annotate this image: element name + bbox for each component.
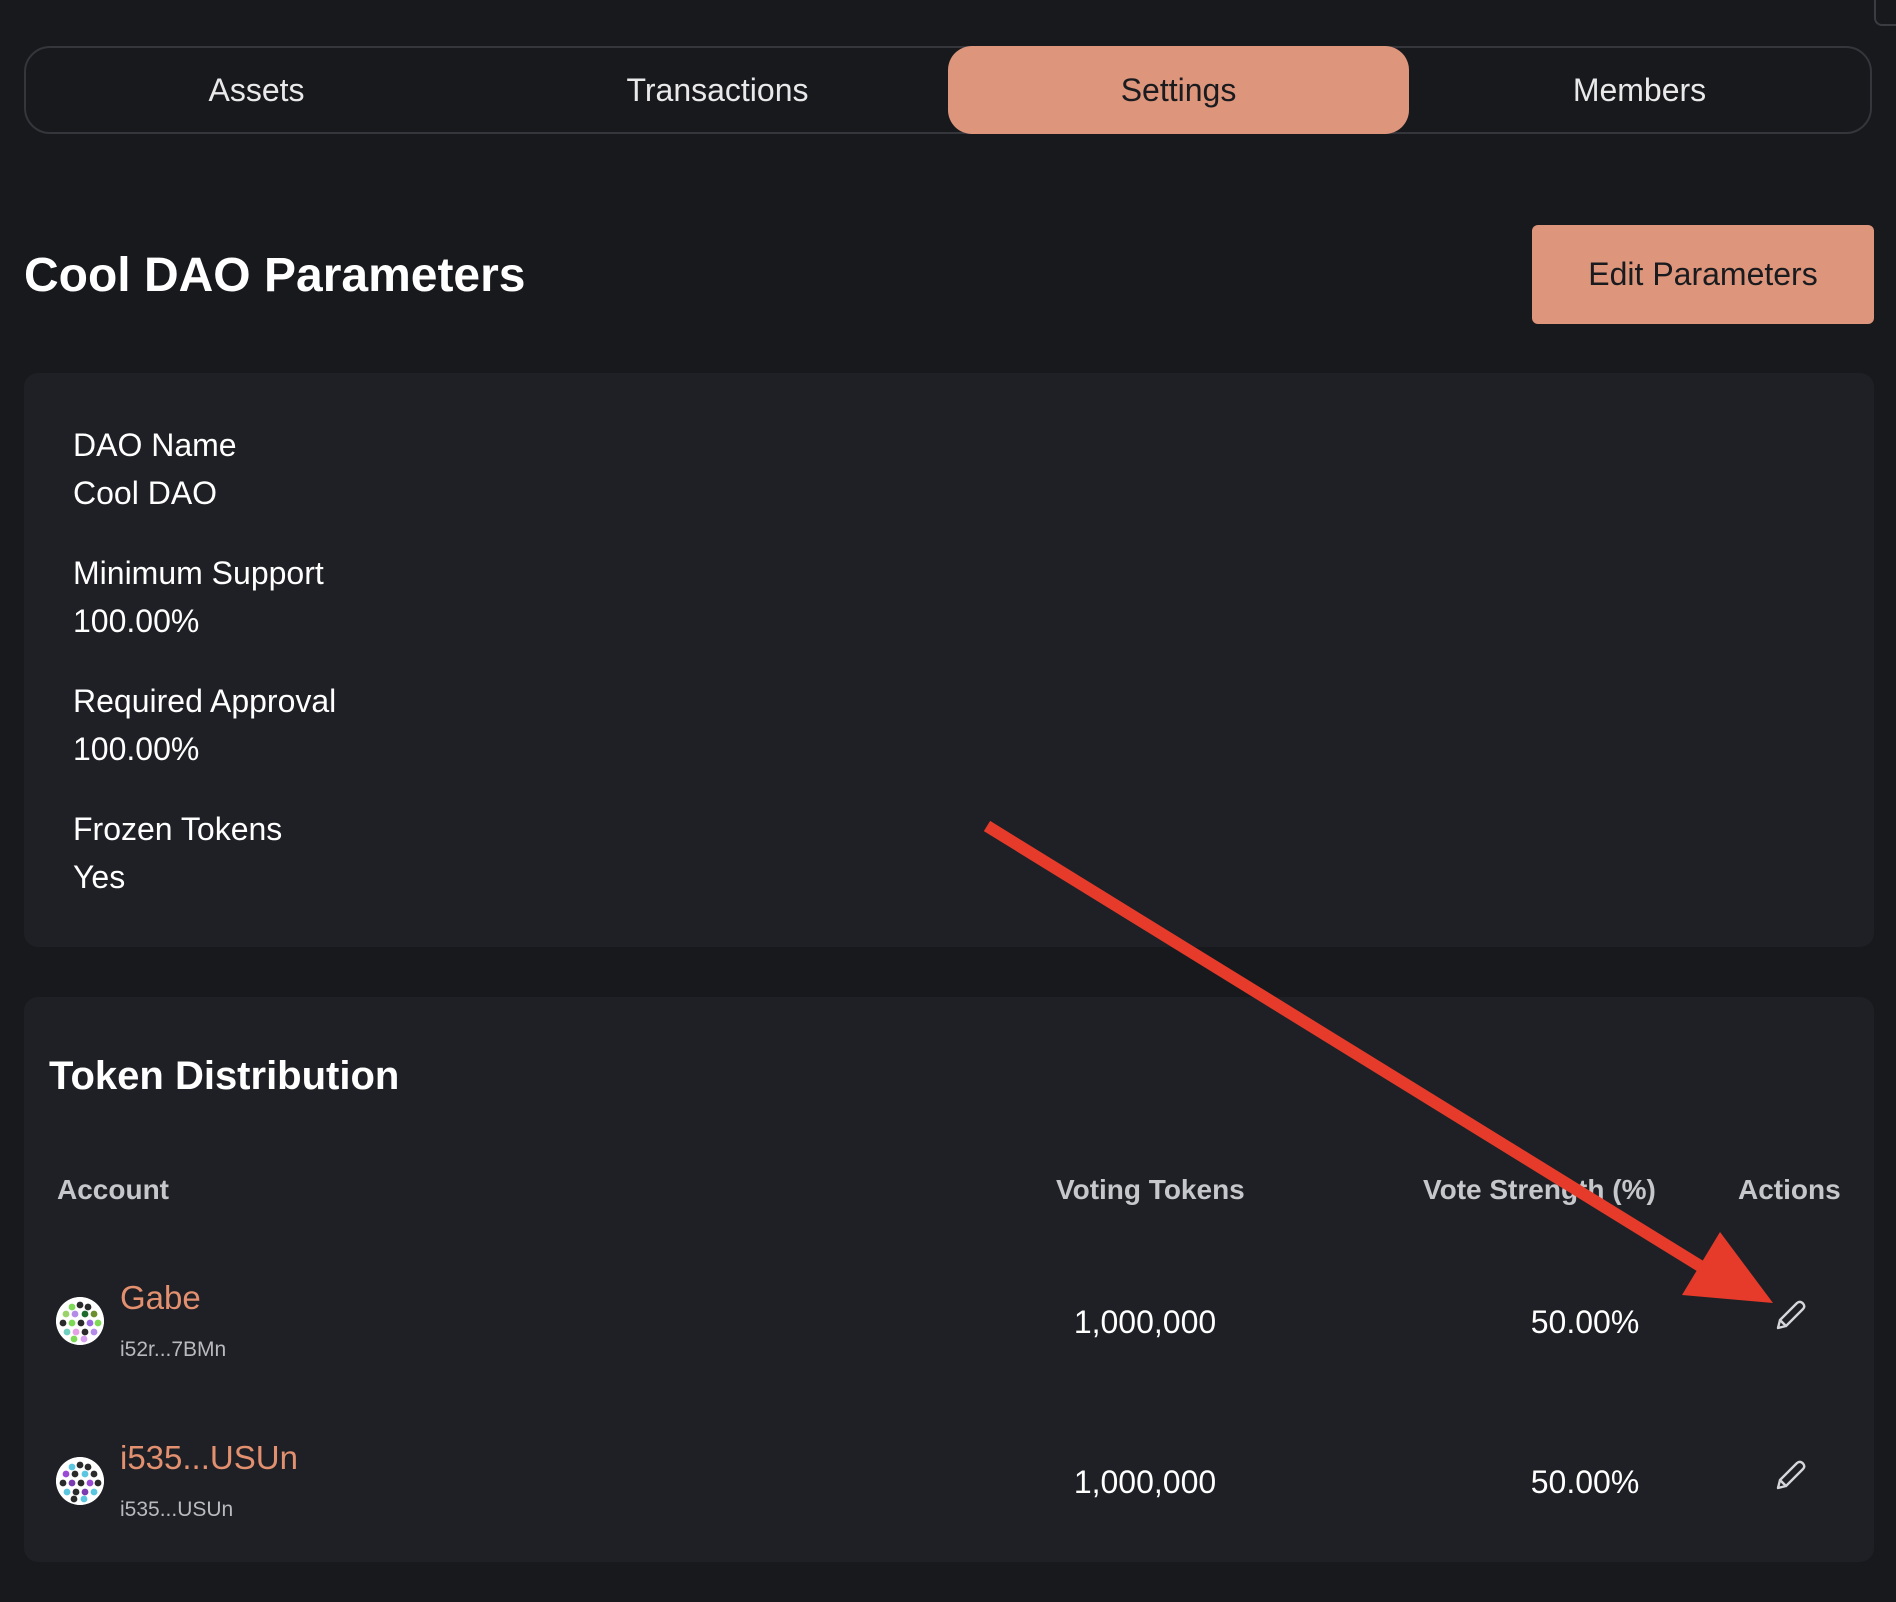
param-minimum-support: Minimum Support 100.00% bbox=[73, 549, 324, 645]
column-header-account: Account bbox=[57, 1174, 169, 1205]
account-address: i535...USUn bbox=[120, 1498, 234, 1521]
column-header-voting-tokens: Voting Tokens bbox=[1056, 1174, 1245, 1205]
param-frozen-tokens: Frozen Tokens Yes bbox=[73, 805, 282, 901]
avatar bbox=[56, 1457, 104, 1505]
tab-bar: Assets Transactions Settings Members bbox=[24, 46, 1872, 134]
tab-assets[interactable]: Assets bbox=[26, 48, 487, 132]
avatar bbox=[56, 1297, 104, 1345]
voting-tokens-cell: 1,000,000 bbox=[1073, 1304, 1217, 1340]
param-required-approval: Required Approval 100.00% bbox=[73, 677, 336, 773]
column-header-actions: Actions bbox=[1738, 1174, 1841, 1205]
param-label: Frozen Tokens bbox=[73, 811, 283, 847]
pencil-icon[interactable] bbox=[1770, 1456, 1810, 1496]
account-address: i52r...7BMn bbox=[120, 1338, 227, 1361]
tab-transactions[interactable]: Transactions bbox=[487, 48, 948, 132]
edit-parameters-button[interactable]: Edit Parameters bbox=[1532, 225, 1874, 324]
param-value: 100.00% bbox=[73, 731, 200, 767]
param-label: Minimum Support bbox=[73, 555, 324, 591]
page-title: Cool DAO Parameters bbox=[24, 249, 526, 302]
param-value: Yes bbox=[73, 859, 126, 895]
param-value: Cool DAO bbox=[73, 475, 218, 511]
param-value: 100.00% bbox=[73, 603, 200, 639]
param-dao-name: DAO Name Cool DAO bbox=[73, 421, 237, 517]
voting-tokens-cell: 1,000,000 bbox=[1073, 1464, 1217, 1500]
window-corner bbox=[1874, 0, 1896, 26]
account-name-link[interactable]: i535...USUn bbox=[120, 1436, 298, 1480]
column-header-vote-strength: Vote Strength (%) bbox=[1423, 1174, 1656, 1205]
param-label: Required Approval bbox=[73, 683, 337, 719]
dao-settings-page: Assets Transactions Settings Members Coo… bbox=[0, 0, 1896, 1602]
tab-settings[interactable]: Settings bbox=[948, 46, 1409, 134]
identicon-icon bbox=[56, 1457, 104, 1505]
identicon-icon bbox=[56, 1297, 104, 1345]
parameters-card: DAO Name Cool DAO Minimum Support 100.00… bbox=[24, 373, 1874, 947]
account-name-link[interactable]: Gabe bbox=[120, 1276, 201, 1320]
vote-strength-cell: 50.00% bbox=[1530, 1304, 1640, 1340]
vote-strength-cell: 50.00% bbox=[1530, 1464, 1640, 1500]
pencil-icon[interactable] bbox=[1770, 1296, 1810, 1336]
token-distribution-title: Token Distribution bbox=[49, 1054, 400, 1098]
tab-members[interactable]: Members bbox=[1409, 48, 1870, 132]
param-label: DAO Name bbox=[73, 427, 237, 463]
